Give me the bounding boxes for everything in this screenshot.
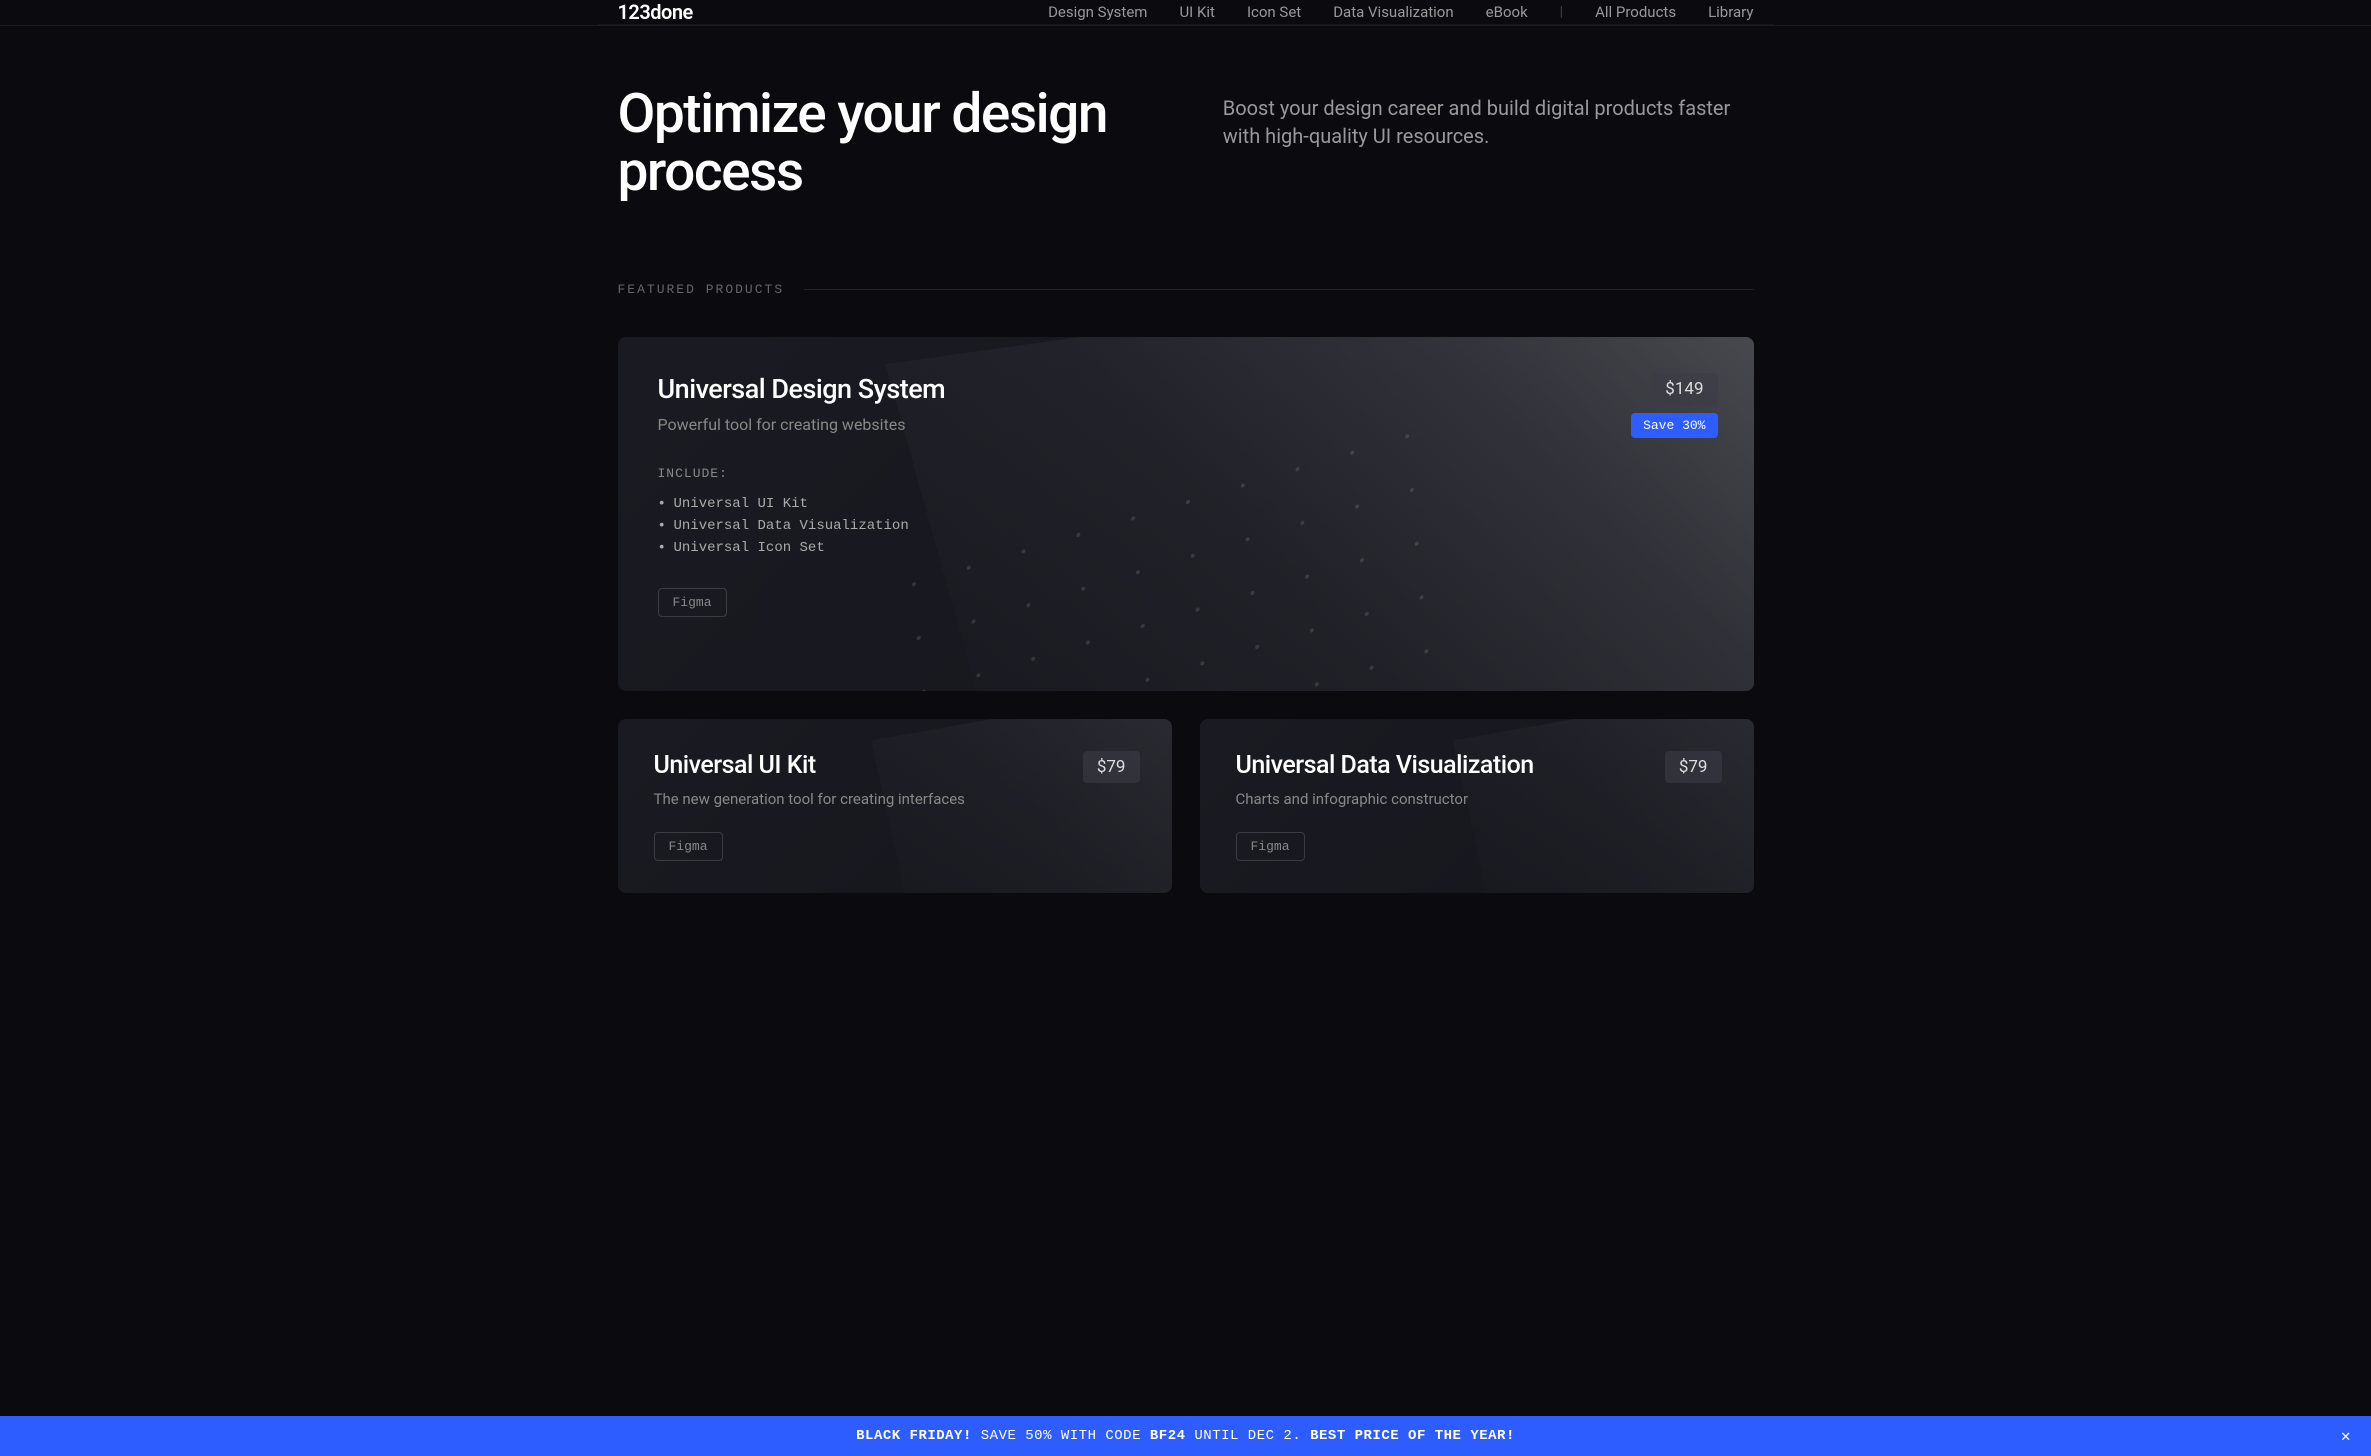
nav-design-system[interactable]: Design System <box>1048 3 1147 21</box>
section-label-text: FEATURED PRODUCTS <box>618 282 785 297</box>
promo-code: BF24 <box>1150 1428 1186 1444</box>
hero-section: Optimize your design process Boost your … <box>618 26 1754 282</box>
promo-text: SAVE 50% WITH CODE <box>972 1428 1150 1444</box>
main-nav: Design System UI Kit Icon Set Data Visua… <box>1048 3 1753 21</box>
include-item: Universal Data Visualization <box>658 515 1714 537</box>
card-subtitle: Charts and infographic constructor <box>1236 790 1718 808</box>
section-label: FEATURED PRODUCTS <box>618 282 1754 297</box>
header: 123done Design System UI Kit Icon Set Da… <box>598 0 1774 25</box>
featured-subtitle: Powerful tool for creating websites <box>658 415 1714 434</box>
product-card-data-viz[interactable]: Universal Data Visualization Charts and … <box>1200 719 1754 893</box>
section-divider <box>804 289 1753 290</box>
platform-tag: Figma <box>654 832 723 861</box>
platform-tag: Figma <box>1236 832 1305 861</box>
nav-ebook[interactable]: eBook <box>1486 3 1528 21</box>
close-icon[interactable]: ✕ <box>2341 1426 2351 1446</box>
promo-text-bold: BEST PRICE OF THE YEAR! <box>1310 1428 1515 1444</box>
price-badge-group: $79 <box>1665 751 1722 791</box>
nav-ui-kit[interactable]: UI Kit <box>1179 3 1215 21</box>
product-card-ui-kit[interactable]: Universal UI Kit The new generation tool… <box>618 719 1172 893</box>
card-subtitle: The new generation tool for creating int… <box>654 790 1136 808</box>
featured-product-card[interactable]: Universal Design System Powerful tool fo… <box>618 337 1754 691</box>
price: $149 <box>1651 373 1717 405</box>
hero-subtitle: Boost your design career and build digit… <box>1223 86 1754 150</box>
platform-tag: Figma <box>658 588 727 617</box>
include-list: Universal UI Kit Universal Data Visualiz… <box>658 493 1714 560</box>
include-item: Universal UI Kit <box>658 493 1714 515</box>
nav-all-products[interactable]: All Products <box>1595 3 1676 21</box>
promo-text: UNTIL DEC 2. <box>1186 1428 1311 1444</box>
nav-icon-set[interactable]: Icon Set <box>1247 3 1301 21</box>
nav-divider: | <box>1560 4 1563 20</box>
price-badge-group: $79 <box>1083 751 1140 791</box>
price: $79 <box>1665 751 1722 783</box>
featured-title: Universal Design System <box>658 373 1714 405</box>
save-badge: Save 30% <box>1631 413 1717 438</box>
price: $79 <box>1083 751 1140 783</box>
include-label: INCLUDE: <box>658 466 1714 481</box>
product-cards-row: Universal UI Kit The new generation tool… <box>618 719 1754 893</box>
logo[interactable]: 123done <box>618 0 693 24</box>
card-title: Universal Data Visualization <box>1236 751 1718 780</box>
hero-title: Optimize your design process <box>618 86 1163 202</box>
nav-data-viz[interactable]: Data Visualization <box>1333 3 1453 21</box>
nav-library[interactable]: Library <box>1708 3 1753 21</box>
card-title: Universal UI Kit <box>654 751 1136 780</box>
promo-banner: BLACK FRIDAY! SAVE 50% WITH CODE BF24 UN… <box>0 1416 2371 1456</box>
include-item: Universal Icon Set <box>658 537 1714 559</box>
promo-text-bold: BLACK FRIDAY! <box>856 1428 972 1444</box>
price-badge-group: $149 Save 30% <box>1631 373 1717 438</box>
